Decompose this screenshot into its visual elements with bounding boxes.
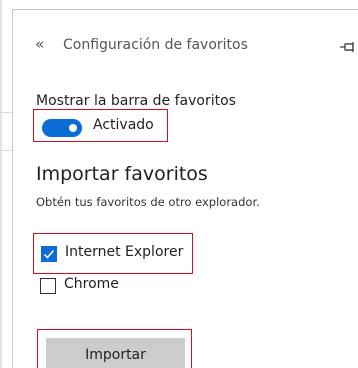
- browser-option-label: Chrome: [64, 276, 119, 292]
- window-edge: [0, 0, 2, 368]
- import-button[interactable]: Importar: [46, 338, 185, 368]
- import-section-title: Importar favoritos: [36, 163, 208, 185]
- import-button-highlight: Importar: [37, 329, 192, 368]
- browser-backdrop: [0, 0, 12, 368]
- back-icon[interactable]: «: [35, 34, 44, 54]
- favorites-settings-panel: « Configuración de favoritos Mostrar la …: [12, 9, 358, 368]
- import-description: Obtén tus favoritos de otro explorador.: [36, 195, 260, 209]
- panel-title: Configuración de favoritos: [63, 37, 248, 53]
- checkbox-unchecked-icon[interactable]: [40, 278, 56, 294]
- favorites-bar-toggle[interactable]: Activado: [33, 109, 168, 142]
- divider: [0, 150, 12, 151]
- panel-header: « Configuración de favoritos: [13, 10, 358, 78]
- browser-option-chrome[interactable]: Chrome: [33, 274, 193, 304]
- favorites-bar-label: Mostrar la barra de favoritos: [36, 93, 236, 109]
- checkbox-checked-icon[interactable]: [41, 246, 57, 262]
- browser-option-label: Internet Explorer: [65, 244, 184, 260]
- browser-option-internet-explorer[interactable]: Internet Explorer: [33, 233, 193, 274]
- divider: [0, 112, 12, 113]
- toggle-state-label: Activado: [93, 117, 154, 133]
- app-window: « Configuración de favoritos Mostrar la …: [0, 0, 358, 368]
- toggle-knob: [69, 124, 77, 132]
- toggle-switch[interactable]: [42, 119, 82, 137]
- pin-icon[interactable]: [339, 39, 357, 53]
